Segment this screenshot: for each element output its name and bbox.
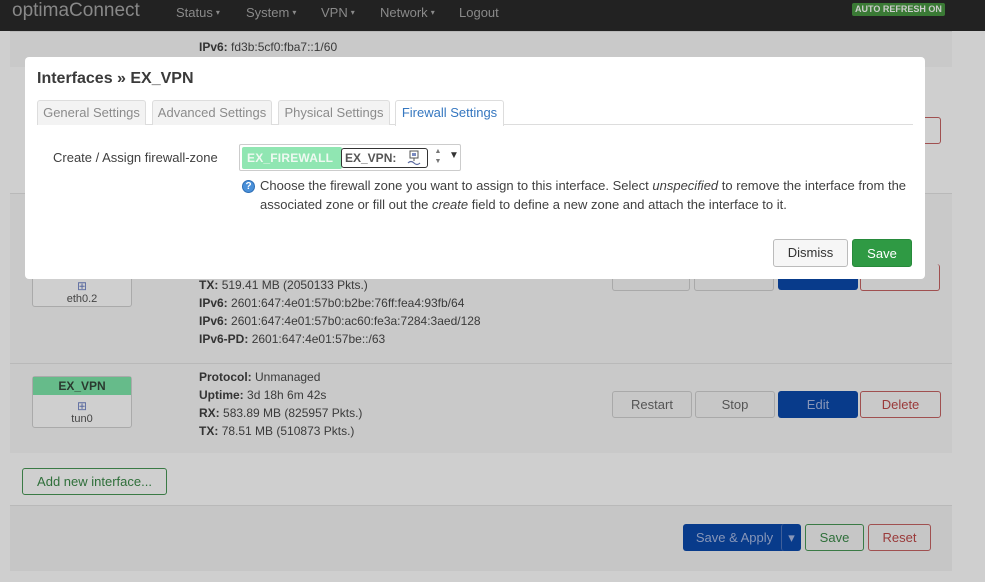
spinner-arrows-icon[interactable]: ▲ ▼ [433, 147, 443, 169]
dismiss-button[interactable]: Dismiss [773, 239, 848, 267]
nav-network[interactable]: Network ▾ [380, 5, 435, 20]
interface-badge-ex-vpn: EX_VPN ⊞ tun0 [32, 376, 132, 428]
brand-logo[interactable]: optimaConnect [12, 0, 140, 22]
modal-save-button[interactable]: Save [852, 239, 912, 267]
delete-button[interactable]: Delete [860, 391, 941, 418]
nav-status[interactable]: Status ▾ [176, 5, 220, 20]
ipv6-label: IPv6: [199, 296, 228, 310]
protocol-label: Protocol: [199, 370, 252, 384]
nav-status-label: Status [176, 5, 213, 20]
tab-advanced-settings[interactable]: Advanced Settings [152, 100, 272, 125]
rx-label: RX: [199, 406, 220, 420]
tab-physical-settings[interactable]: Physical Settings [278, 100, 390, 125]
network-icon [407, 150, 421, 166]
footer-save-button[interactable]: Save [805, 524, 864, 551]
wan6-stats: TX: 519.41 MB (2050133 Pkts.) IPv6: 2601… [199, 276, 481, 348]
firewall-zone-select[interactable]: EX_FIREWALL EX_VPN: ▲ ▼ ▼ [239, 144, 461, 171]
interface-name: EX_VPN [33, 377, 131, 395]
network-icon: ⊞ [76, 279, 88, 293]
chevron-down-icon: ▾ [215, 8, 220, 17]
ipv6-value: 2601:647:4e01:57b0:b2be:76ff:fea4:93fb/6… [231, 296, 465, 310]
device-name: tun0 [71, 413, 93, 425]
modal-tabs: General Settings Advanced Settings Physi… [37, 100, 913, 126]
tx-label: TX: [199, 278, 219, 292]
protocol-value: Unmanaged [255, 370, 321, 384]
top-navbar: optimaConnect Status ▾ System ▾ VPN ▾ Netwo… [0, 0, 985, 31]
nav-logout-label: Logout [459, 5, 499, 20]
network-icon: ⊞ [76, 399, 88, 413]
info-icon: ? [242, 180, 255, 193]
save-apply-dropdown[interactable]: ▾ [781, 524, 801, 551]
ipv6-value: fd3b:5cf0:fba7::1/60 [231, 40, 338, 54]
tab-general-settings[interactable]: General Settings [37, 100, 146, 125]
device-name: eth0.2 [66, 293, 98, 305]
firewall-zone-label: Create / Assign firewall-zone [53, 150, 218, 165]
nav-vpn-label: VPN [321, 5, 348, 20]
ipv6-line-top: IPv6: fd3b:5cf0:fba7::1/60 [199, 38, 337, 56]
tx-value: 519.41 MB (2050133 Pkts.) [221, 278, 368, 292]
ex-vpn-stats: Protocol: Unmanaged Uptime: 3d 18h 6m 42… [199, 368, 362, 440]
zone-network-chip: EX_VPN: [341, 148, 428, 168]
interface-badge-wan6: ⊞ eth0.2 [32, 279, 132, 307]
reset-button[interactable]: Reset [868, 524, 931, 551]
ipv6-label: IPv6: [199, 314, 228, 328]
chevron-down-icon[interactable]: ▼ [449, 150, 459, 161]
tx-label: TX: [199, 424, 219, 438]
zone-name: EX_FIREWALL [247, 151, 334, 165]
uptime-label: Uptime: [199, 388, 244, 402]
edit-button[interactable]: Edit [778, 391, 858, 418]
help-emphasis-unspecified: unspecified [652, 178, 719, 193]
help-text-3: field to define a new zone and attach th… [468, 197, 787, 212]
restart-button[interactable]: Restart [612, 391, 692, 418]
add-new-interface-button[interactable]: Add new interface... [22, 468, 167, 495]
nav-vpn[interactable]: VPN ▾ [321, 5, 355, 20]
nav-network-label: Network [380, 5, 428, 20]
ipv6pd-value: 2601:647:4e01:57be::/63 [251, 332, 386, 346]
chevron-down-icon: ▾ [430, 8, 435, 17]
modal-title: Interfaces » EX_VPN [37, 70, 194, 87]
firewall-zone-help: Choose the firewall zone you want to ass… [260, 176, 915, 214]
stop-button[interactable]: Stop [695, 391, 775, 418]
tx-value: 78.51 MB (510873 Pkts.) [221, 424, 355, 438]
nav-logout[interactable]: Logout [459, 5, 499, 20]
zone-network-name: EX_VPN: [345, 151, 397, 165]
help-emphasis-create: create [432, 197, 469, 212]
auto-refresh-toggle[interactable]: AUTO REFRESH ON [852, 3, 945, 16]
ipv6pd-label: IPv6-PD: [199, 332, 249, 346]
ipv6-label: IPv6: [199, 40, 228, 54]
interface-edit-modal: Interfaces » EX_VPN General Settings Adv… [25, 57, 925, 279]
help-text-1: Choose the firewall zone you want to ass… [260, 178, 653, 193]
chevron-down-icon: ▾ [788, 530, 795, 545]
chevron-down-icon: ▾ [292, 8, 297, 17]
uptime-value: 3d 18h 6m 42s [247, 388, 327, 402]
nav-system[interactable]: System ▾ [246, 5, 296, 20]
save-apply-button[interactable]: Save & Apply [683, 524, 786, 551]
tab-firewall-settings[interactable]: Firewall Settings [395, 100, 504, 126]
nav-system-label: System [246, 5, 290, 20]
zone-badge: EX_FIREWALL [242, 147, 342, 169]
ipv6-value: 2601:647:4e01:57b0:ac60:fe3a:7284:3aed/1… [231, 314, 481, 328]
rx-value: 583.89 MB (825957 Pkts.) [223, 406, 363, 420]
chevron-down-icon: ▾ [350, 8, 355, 17]
